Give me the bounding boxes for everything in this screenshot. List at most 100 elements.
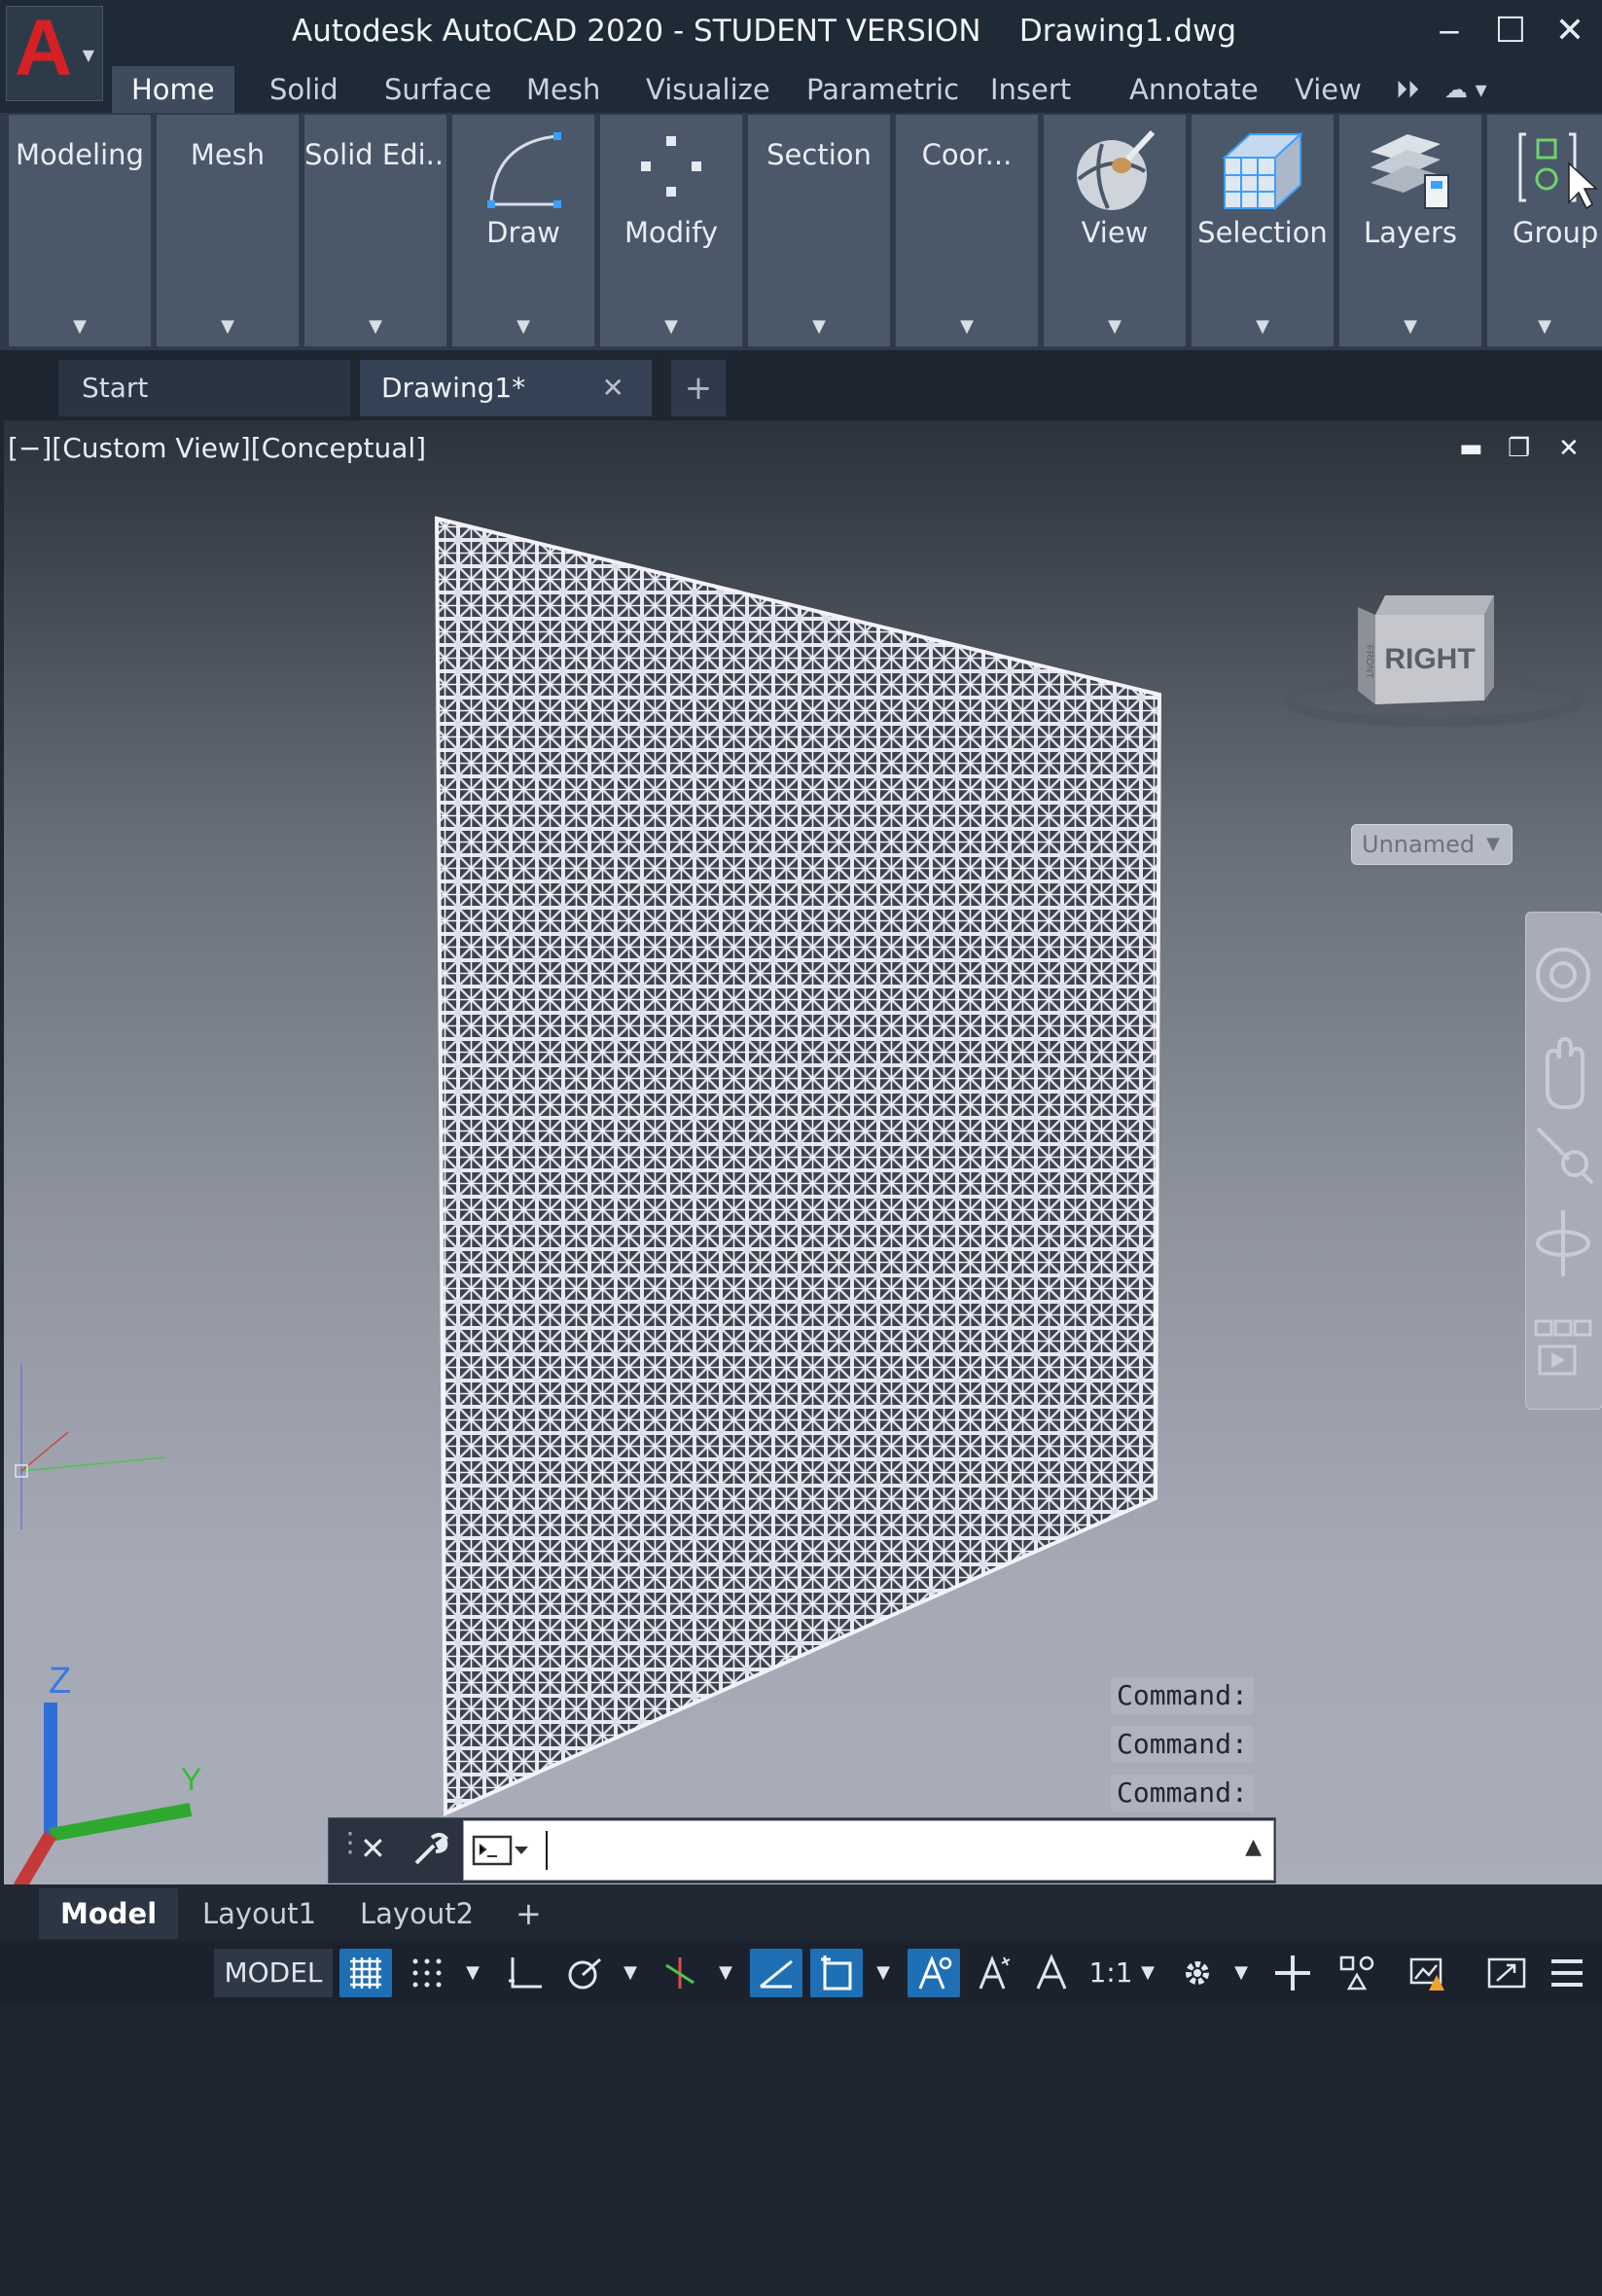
chevron-down-icon[interactable]: ▼: [710, 1949, 741, 1997]
minimize-button[interactable]: ‒: [1422, 6, 1477, 56]
new-layout-button[interactable]: +: [494, 1888, 563, 1939]
text-cursor: [546, 1831, 548, 1870]
panel-label: Selection: [1197, 216, 1328, 249]
panel-label: Solid Edi...: [304, 138, 446, 171]
showmotion-icon[interactable]: [1534, 1319, 1592, 1376]
ucs-name: Unnamed: [1362, 831, 1476, 858]
auto-scale-icon[interactable]: [968, 1949, 1020, 1997]
tab-model[interactable]: Model: [39, 1888, 179, 1939]
viewport-minimize-icon[interactable]: ▬: [1459, 434, 1483, 463]
panel-coordinates[interactable]: Coor... ▼: [896, 115, 1038, 346]
workspace-gear-icon[interactable]: [1171, 1949, 1224, 1997]
tab-insert[interactable]: Insert: [971, 66, 1090, 113]
tab-layout2[interactable]: Layout2: [338, 1888, 495, 1939]
tab-solid[interactable]: Solid: [250, 66, 358, 113]
chevron-down-icon[interactable]: ▼: [157, 316, 299, 337]
tab-layout1[interactable]: Layout1: [181, 1888, 338, 1939]
tab-annotate[interactable]: Annotate: [1110, 66, 1278, 113]
panel-modeling[interactable]: Modeling ▼: [9, 115, 151, 346]
close-tab-icon[interactable]: ✕: [602, 360, 624, 416]
object-snap-tracking-icon[interactable]: [750, 1949, 802, 1997]
ucs-dropdown[interactable]: Unnamed ▼: [1351, 824, 1513, 865]
tab-mesh[interactable]: Mesh: [507, 66, 620, 113]
panel-selection[interactable]: Selection ▼: [1192, 115, 1334, 346]
chevron-down-icon[interactable]: ▼: [615, 1949, 646, 1997]
panel-mesh[interactable]: Mesh ▼: [157, 115, 299, 346]
chevron-down-icon[interactable]: ▼: [1339, 316, 1481, 337]
panel-draw[interactable]: Draw ▼: [452, 115, 594, 346]
panel-label: Modify: [623, 216, 719, 249]
clean-screen-icon[interactable]: [1480, 1949, 1533, 1997]
close-command-line-icon[interactable]: ✕: [360, 1830, 386, 1867]
object-snap-icon[interactable]: [810, 1949, 863, 1997]
autocad-logo-icon: A: [15, 4, 73, 92]
chevron-down-icon: ▼: [82, 46, 94, 64]
model-space-button[interactable]: MODEL: [214, 1949, 333, 1997]
command-line-bar: ⋮ ✕ ▲: [328, 1817, 1276, 1883]
panel-modify[interactable]: Modify ▼: [600, 115, 742, 346]
start-tab[interactable]: Start: [58, 360, 350, 416]
panel-section[interactable]: Section ▼: [748, 115, 890, 346]
close-button[interactable]: ✕: [1543, 6, 1597, 56]
application-menu-button[interactable]: A ▼: [6, 4, 103, 101]
annotation-scale-value[interactable]: 1:1: [1084, 1949, 1138, 1997]
pan-icon[interactable]: [1546, 1036, 1584, 1109]
command-prompt-icon[interactable]: [472, 1833, 530, 1874]
isometric-drafting-icon[interactable]: [654, 1949, 706, 1997]
customize-wrench-icon[interactable]: [410, 1830, 449, 1873]
chevron-down-icon[interactable]: ▼: [457, 1949, 488, 1997]
chevron-down-icon[interactable]: ▼: [1228, 1949, 1255, 1997]
annotation-monitor-icon[interactable]: [1266, 1949, 1319, 1997]
chevron-down-icon[interactable]: ▼: [304, 316, 446, 337]
tab-surface[interactable]: Surface: [365, 66, 511, 113]
annotation-visibility-icon[interactable]: [908, 1949, 960, 1997]
drawing-viewport[interactable]: [−][Custom View][Conceptual] ▬ ❐ ✕ RIGHT…: [4, 420, 1602, 1884]
chevron-down-icon[interactable]: ▼: [868, 1949, 899, 1997]
chevron-down-icon[interactable]: ▼: [896, 316, 1038, 337]
lattice-mesh-model[interactable]: [432, 514, 1171, 1817]
maximize-button[interactable]: ☐: [1483, 6, 1538, 56]
command-history-toggle-icon[interactable]: ▲: [1245, 1835, 1262, 1859]
new-tab-button[interactable]: +: [671, 360, 726, 416]
steeringwheel-icon[interactable]: [1536, 948, 1590, 1002]
grid-icon[interactable]: [339, 1949, 392, 1997]
workspace-switch-icon[interactable]: ☁ ▾: [1425, 66, 1507, 113]
chevron-down-icon[interactable]: ▼: [1192, 316, 1334, 337]
group-icon: [1487, 123, 1602, 230]
chevron-down-icon[interactable]: ▼: [1044, 316, 1186, 337]
panel-view[interactable]: View ▼: [1044, 115, 1186, 346]
ortho-icon[interactable]: [498, 1949, 551, 1997]
viewport-restore-icon[interactable]: ❐: [1508, 434, 1530, 463]
viewcube[interactable]: RIGHT FRONT: [1278, 586, 1589, 741]
orbit-icon[interactable]: [1536, 1210, 1590, 1276]
units-icon[interactable]: [1331, 1949, 1383, 1997]
layers-stack-icon: [1339, 123, 1481, 230]
chevron-down-icon[interactable]: ▼: [452, 316, 594, 337]
tab-view[interactable]: View: [1275, 66, 1381, 113]
zoom-icon[interactable]: [1536, 1127, 1594, 1185]
y-axis-label: Y: [181, 1762, 201, 1797]
customization-menu-icon[interactable]: [1541, 1949, 1593, 1997]
panel-groups[interactable]: Group ▼: [1487, 115, 1602, 346]
viewport-close-icon[interactable]: ✕: [1558, 434, 1580, 463]
chevron-down-icon[interactable]: ▼: [600, 316, 742, 337]
drawing1-tab[interactable]: Drawing1* ✕: [360, 360, 652, 416]
tab-visualize[interactable]: Visualize: [626, 66, 790, 113]
chevron-down-icon[interactable]: ▼: [1487, 316, 1602, 337]
panel-solid-editing[interactable]: Solid Edi... ▼: [304, 115, 446, 346]
polar-tracking-icon[interactable]: [558, 1949, 611, 1997]
command-input[interactable]: ▲: [463, 1820, 1274, 1881]
viewport-controls-label[interactable]: [−][Custom View][Conceptual]: [8, 432, 426, 464]
status-bar: MODEL ▼ ▼ ▼ ▼ 1:1 ▼ ▼: [0, 1941, 1602, 2004]
tab-home[interactable]: Home: [112, 66, 234, 113]
panel-layers[interactable]: Layers ▼: [1339, 115, 1481, 346]
annotation-scale-icon[interactable]: [1025, 1949, 1078, 1997]
chevron-down-icon[interactable]: ▼: [748, 316, 890, 337]
tab-parametric[interactable]: Parametric: [787, 66, 979, 113]
navigation-bar: [1525, 912, 1602, 1410]
chevron-down-icon[interactable]: ▼: [1134, 1949, 1161, 1997]
tab-label: Drawing1*: [381, 372, 526, 404]
hardware-acceleration-icon[interactable]: [1403, 1949, 1455, 1997]
chevron-down-icon[interactable]: ▼: [9, 316, 151, 337]
snap-icon[interactable]: [401, 1949, 453, 1997]
